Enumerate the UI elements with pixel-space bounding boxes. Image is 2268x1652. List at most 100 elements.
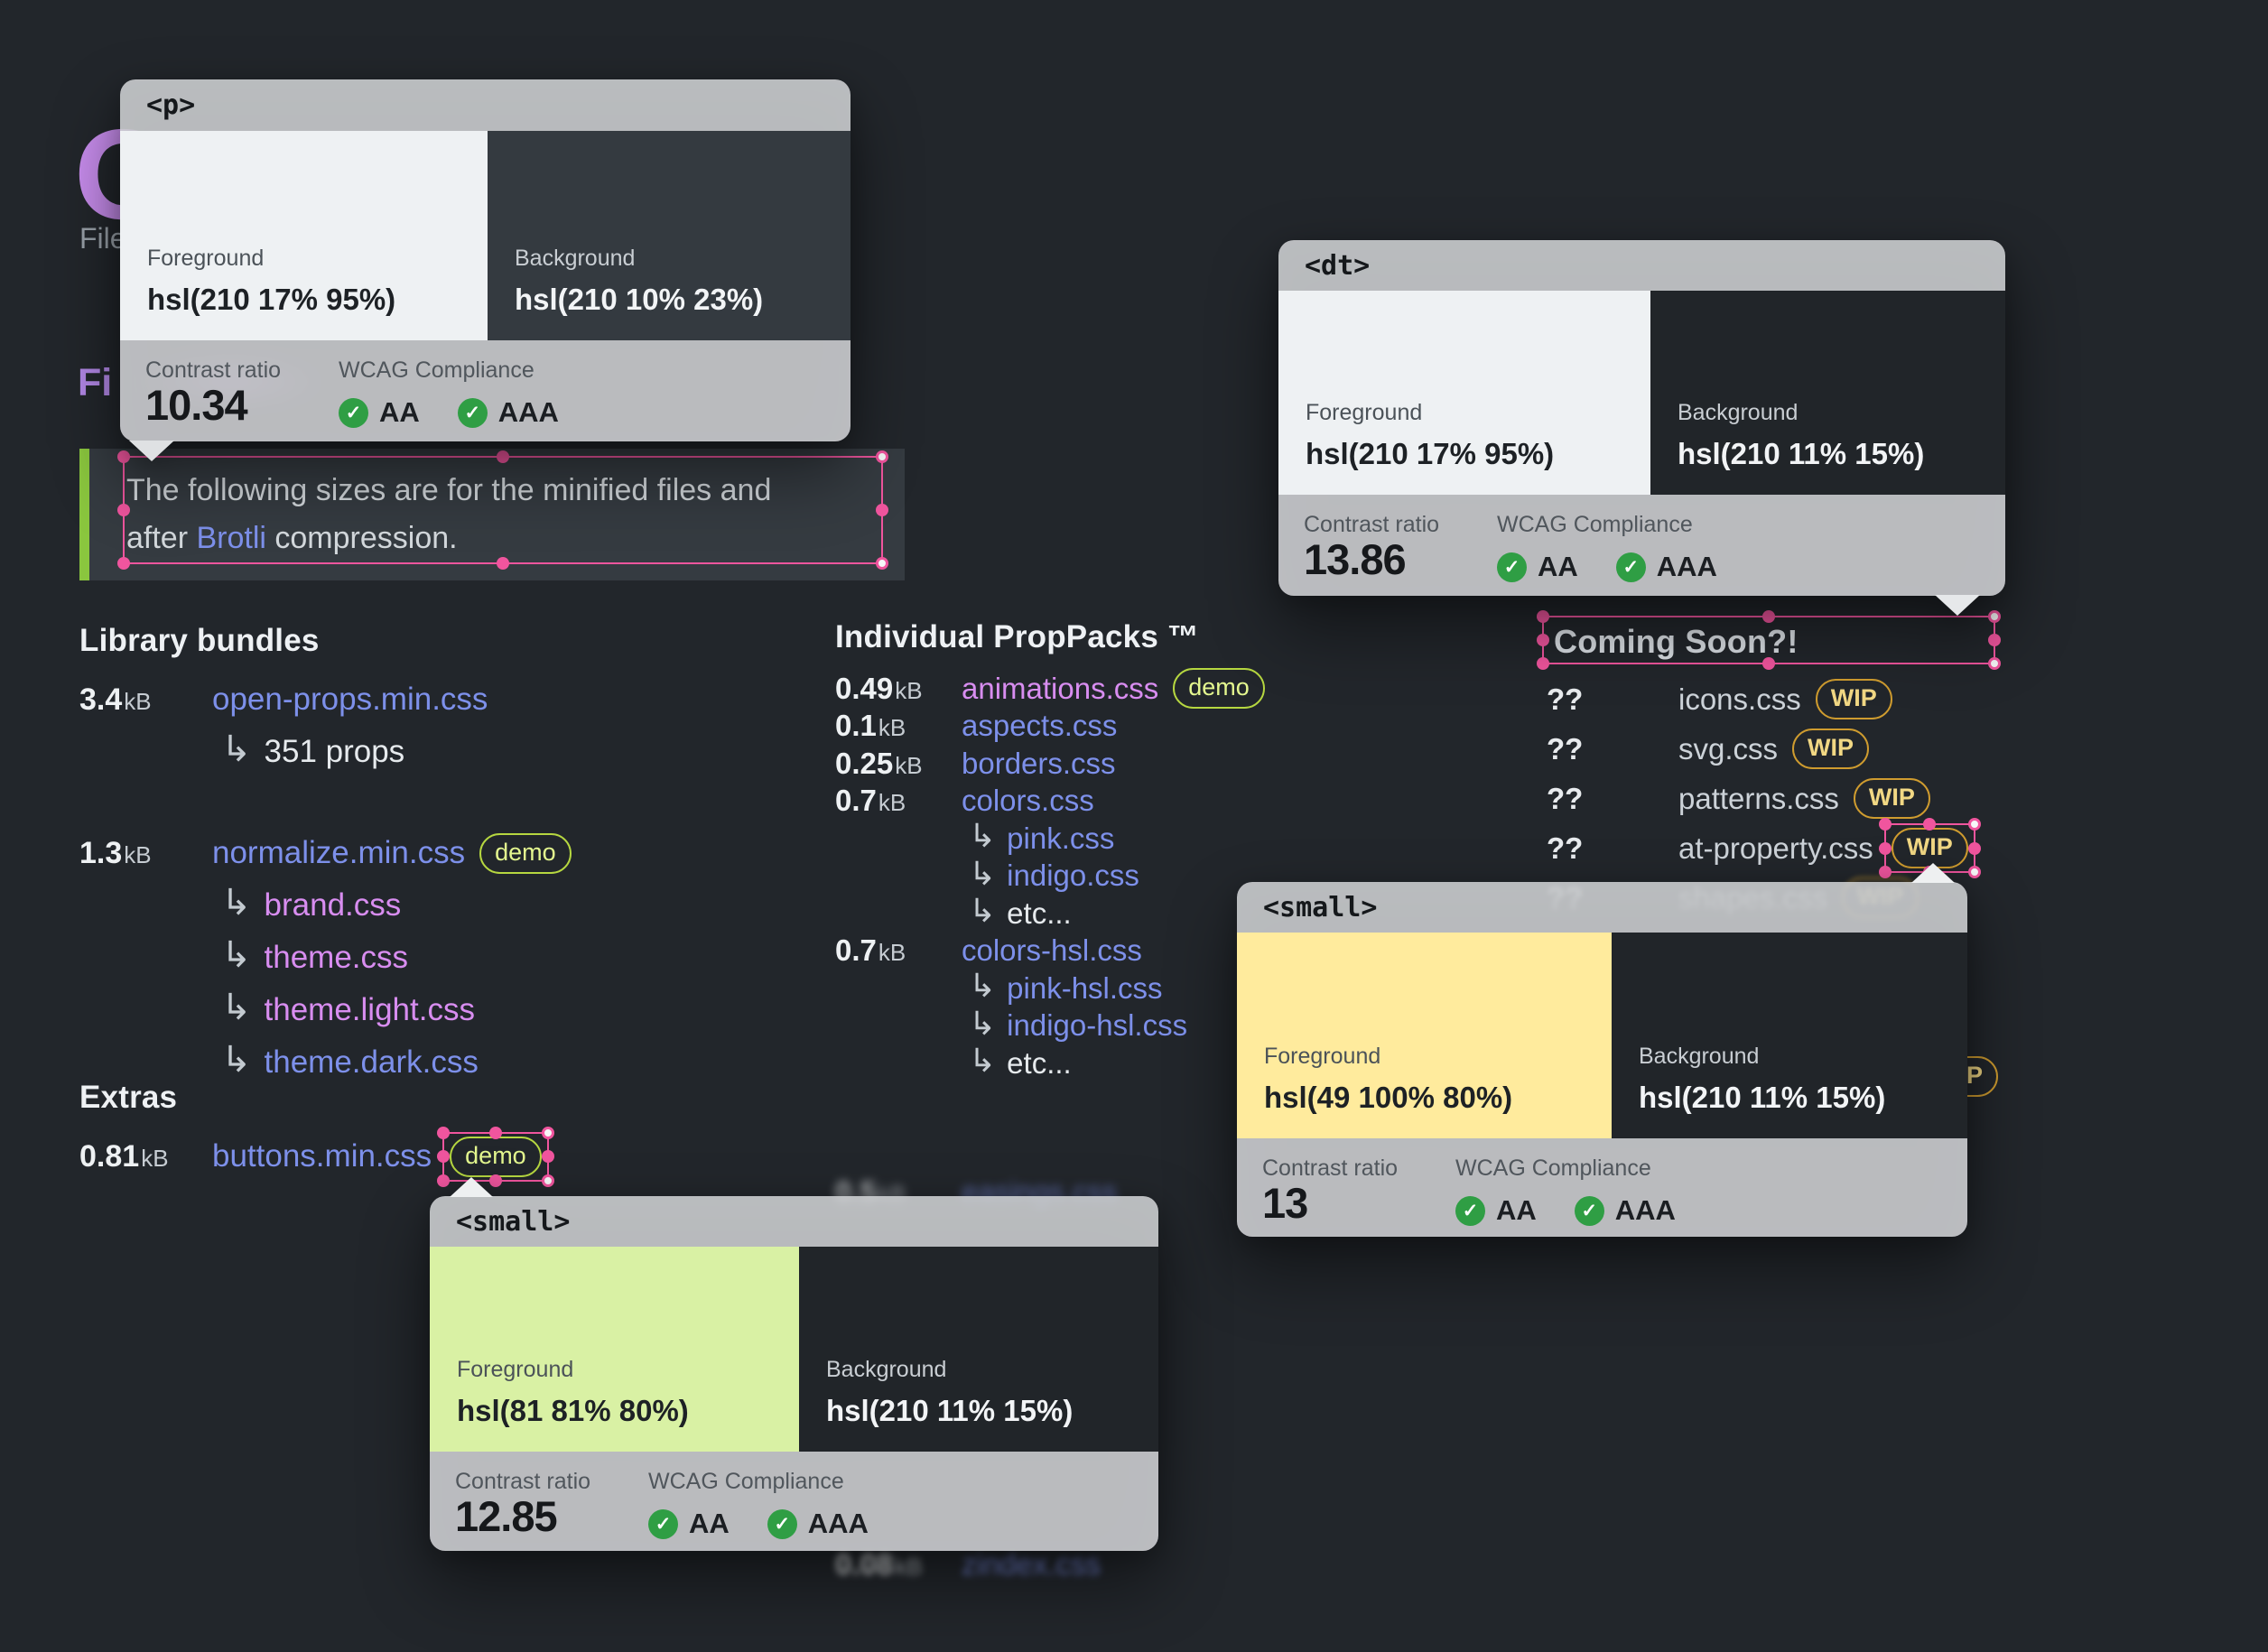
file-link[interactable]: indigo.css <box>1007 858 1139 893</box>
selection-handle[interactable] <box>1988 610 2001 623</box>
file-link[interactable]: brand.css <box>265 887 402 923</box>
selection-handle[interactable] <box>117 450 130 463</box>
file-link[interactable]: borders.css <box>962 747 1116 781</box>
selection-handle[interactable] <box>497 450 509 463</box>
list-item: 0.08 kB zindex.css <box>835 1545 1101 1583</box>
selection-handle[interactable] <box>1967 841 1981 855</box>
selection-handle[interactable] <box>1878 818 1892 831</box>
file-link[interactable]: normalize.min.css <box>212 835 465 871</box>
file-size-unit: kB <box>878 789 906 817</box>
foreground-swatch: Foreground hsl(49 100% 80%) <box>1237 933 1612 1138</box>
selection-handle[interactable] <box>1967 818 1981 831</box>
selection-handle[interactable] <box>1878 866 1892 878</box>
selection-handle[interactable] <box>1537 657 1549 670</box>
tooltip-arrow <box>1911 863 1955 883</box>
list-item: 3.4 kB open-props.min.css <box>79 673 572 726</box>
background-swatch: Background hsl(210 11% 15%) <box>799 1247 1158 1452</box>
file-link[interactable]: theme.css <box>265 940 409 976</box>
intro-text-fragment: File <box>79 222 126 255</box>
contrast-ratio-value: 13.86 <box>1304 535 1407 583</box>
contrast-tooltip-small-yellow: <small> Foreground hsl(49 100% 80%) Back… <box>1237 863 1967 1237</box>
foreground-swatch: Foreground hsl(210 17% 95%) <box>120 131 488 340</box>
file-link[interactable]: aspects.css <box>962 709 1117 743</box>
selection-handle[interactable] <box>437 1126 451 1139</box>
selection-box-coming-soon[interactable] <box>1537 610 2001 670</box>
selection-handle[interactable] <box>1762 657 1775 670</box>
background-swatch: Background hsl(210 11% 15%) <box>1650 291 2005 495</box>
selection-handle[interactable] <box>437 1150 451 1163</box>
file-link[interactable]: theme.dark.css <box>265 1044 479 1081</box>
selection-handle[interactable] <box>541 1150 554 1163</box>
selection-handle[interactable] <box>1762 610 1775 623</box>
selection-box-badge[interactable]: demo <box>437 1126 554 1187</box>
selection-handle[interactable] <box>541 1126 554 1139</box>
file-link[interactable]: buttons.min.css <box>212 1138 432 1174</box>
file-link[interactable]: pink-hsl.css <box>1007 971 1162 1006</box>
check-icon: ✓ <box>648 1508 678 1539</box>
contrast-ratio-value: 13 <box>1262 1179 1308 1227</box>
sub-arrow-icon: ↳ <box>221 935 252 975</box>
file-link[interactable]: open-props.min.css <box>212 682 488 718</box>
selection-box-quote[interactable] <box>117 450 888 570</box>
foreground-swatch: Foreground hsl(210 17% 95%) <box>1278 291 1650 495</box>
tooltip-footer: Contrast ratio 12.85 WCAG Compliance ✓ AA… <box>430 1452 1158 1551</box>
tooltip-arrow <box>1935 595 1980 616</box>
selection-handle[interactable] <box>497 557 509 570</box>
demo-badge: demo <box>450 1136 542 1177</box>
file-size-unit: kB <box>895 676 923 704</box>
wip-badge: WIP <box>1853 778 1930 819</box>
selection-handle[interactable] <box>541 1174 554 1187</box>
sub-arrow-icon: ↳ <box>221 729 252 769</box>
selection-handle[interactable] <box>1878 841 1892 855</box>
file-label: svg.css <box>1678 731 1779 766</box>
selection-handle[interactable] <box>117 557 130 570</box>
file-size-unit: kB <box>895 751 923 779</box>
file-link[interactable]: colors.css <box>962 784 1094 818</box>
file-size-unit: kB <box>878 714 906 742</box>
selection-handle[interactable] <box>1988 634 2001 646</box>
file-size-unit: kB <box>878 939 906 967</box>
file-size: 1.3 <box>79 835 123 870</box>
selection-handle[interactable] <box>876 557 888 570</box>
selection-handle[interactable] <box>876 504 888 516</box>
file-label: at-property.css <box>1678 831 1873 865</box>
file-size: 0.49 <box>835 671 894 705</box>
file-link[interactable]: indigo-hsl.css <box>1007 1008 1187 1043</box>
check-icon: ✓ <box>457 397 488 428</box>
sub-arrow-icon: ↳ <box>969 1042 997 1080</box>
list-item: ?? icons.css WIP <box>1547 674 1975 724</box>
proppacks-heading: Individual PropPacks ™ <box>835 619 1200 654</box>
selection-handle[interactable] <box>117 504 130 516</box>
list-item: 0.7 kB colors.css <box>835 783 1265 821</box>
selection-handle[interactable] <box>488 1126 502 1139</box>
check-icon: ✓ <box>1497 552 1527 582</box>
file-label: zindex.css <box>962 1546 1101 1581</box>
selection-handle[interactable] <box>1988 657 2001 670</box>
extras-section: Extras 0.81 kB buttons.min.css demo <box>79 1080 554 1187</box>
selection-handle[interactable] <box>1967 866 1981 878</box>
selection-handle[interactable] <box>876 450 888 463</box>
tooltip-footer: Contrast ratio 13 WCAG Compliance ✓ AA ✓ A… <box>1237 1138 1967 1237</box>
list-item: 1.3 kB normalize.min.css demo <box>79 827 572 879</box>
tooltip-footer: Contrast ratio 10.34 WCAG Compliance ✓ AA… <box>120 340 850 461</box>
sub-arrow-icon: ↳ <box>969 892 997 930</box>
foreground-swatch: Foreground hsl(81 81% 80%) <box>430 1247 799 1452</box>
check-icon: ✓ <box>1574 1195 1604 1226</box>
sub-arrow-icon: ↳ <box>969 817 997 855</box>
list-item: ?? patterns.css WIP <box>1547 774 1975 823</box>
file-size: 0.7 <box>835 784 877 818</box>
file-link[interactable]: animations.css <box>962 672 1158 706</box>
unknown-size: ?? <box>1547 731 1584 766</box>
file-link[interactable]: colors-hsl.css <box>962 933 1142 968</box>
selection-handle[interactable] <box>437 1174 451 1187</box>
contrast-tooltip-dt: <dt> Foreground hsl(210 17% 95%) Backgro… <box>1278 240 2005 616</box>
file-link[interactable]: theme.light.css <box>265 992 475 1028</box>
selection-handle[interactable] <box>1537 634 1549 646</box>
file-link[interactable]: pink.css <box>1007 821 1114 856</box>
library-bundles-section: Library bundles 3.4 kB open-props.min.css ↳… <box>79 623 572 1089</box>
selection-handle[interactable] <box>1537 610 1549 623</box>
list-item: ↳ 351 props <box>79 726 572 778</box>
sub-arrow-icon: ↳ <box>221 988 252 1027</box>
sub-arrow-icon: ↳ <box>221 883 252 923</box>
sub-arrow-icon: ↳ <box>221 1040 252 1080</box>
